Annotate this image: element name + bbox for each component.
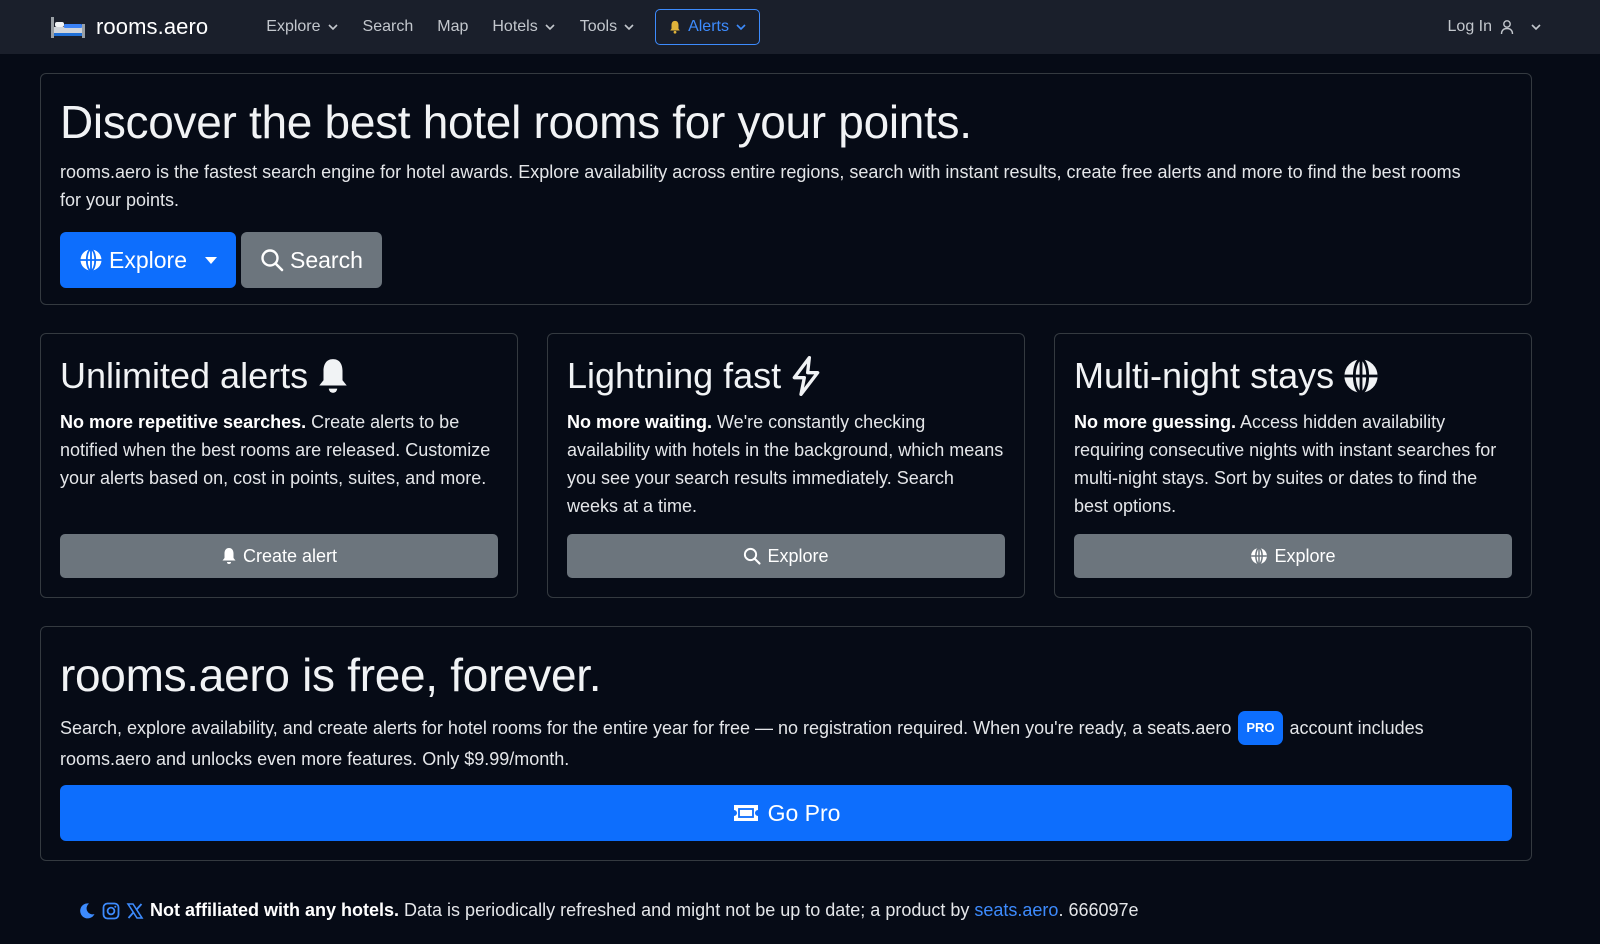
nav-explore[interactable]: Explore	[254, 9, 350, 45]
nav-alerts-button[interactable]: Alerts	[655, 9, 760, 45]
go-pro-button[interactable]: Go Pro	[60, 785, 1512, 841]
hero-buttons: Explore Search	[60, 232, 1512, 288]
free-text-before: Search, explore availability, and create…	[60, 718, 1237, 738]
nav-hotels-label: Hotels	[492, 18, 538, 35]
feature-card-multinight: Multi-night stays No more guessing. Acce…	[1054, 333, 1532, 598]
create-alert-button[interactable]: Create alert	[60, 534, 498, 578]
x-twitter-icon[interactable]	[126, 902, 144, 920]
feature-lead: No more guessing.	[1074, 412, 1237, 432]
login-menu[interactable]: Log In	[1448, 0, 1542, 54]
hero-title: Discover the best hotel rooms for your p…	[60, 96, 972, 148]
lightning-icon	[792, 356, 820, 396]
caret-down-icon	[204, 256, 217, 264]
chevron-down-icon	[327, 24, 338, 31]
globe-icon	[1251, 547, 1268, 565]
login-label: Log In	[1447, 18, 1492, 35]
feature-title-text: Unlimited alerts	[60, 355, 309, 396]
bell-icon	[319, 359, 347, 393]
chevron-down-icon	[624, 24, 634, 31]
search-button[interactable]: Search	[240, 232, 382, 288]
explore-dropdown-button[interactable]: Explore	[60, 232, 236, 288]
nav-tools-label: Tools	[579, 18, 618, 35]
explore-label: Explore	[1274, 545, 1336, 566]
feature-card-fast: Lightning fast No more waiting. We're co…	[547, 333, 1025, 598]
footer-version: . 666097e	[1058, 900, 1139, 920]
search-icon	[744, 547, 762, 565]
brand[interactable]: rooms.aero	[50, 14, 208, 40]
feature-title: Unlimited alerts	[60, 354, 498, 398]
footer: Not affiliated with any hotels. Data is …	[40, 900, 1532, 921]
chevron-down-icon	[736, 24, 746, 31]
main-container: Discover the best hotel rooms for your p…	[40, 73, 1532, 921]
instagram-icon[interactable]	[102, 902, 120, 920]
free-text: Search, explore availability, and create…	[60, 711, 1512, 773]
pro-badge: PRO	[1238, 711, 1283, 745]
user-icon	[1500, 20, 1514, 35]
feature-card-alerts: Unlimited alerts No more repetitive sear…	[40, 333, 518, 598]
feature-title: Lightning fast	[567, 354, 1005, 398]
nav-hotels[interactable]: Hotels	[480, 9, 567, 45]
footer-bold: Not affiliated with any hotels.	[150, 900, 400, 920]
chevron-down-icon	[545, 24, 555, 31]
globe-icon	[1344, 357, 1378, 395]
moon-icon[interactable]	[78, 902, 96, 920]
footer-body: Data is periodically refreshed and might…	[399, 900, 975, 920]
feature-title-text: Multi-night stays	[1074, 355, 1335, 396]
feature-lead: No more repetitive searches.	[60, 412, 307, 432]
nav-explore-label: Explore	[266, 18, 321, 35]
bed-icon	[51, 17, 85, 38]
nav-map-label: Map	[437, 18, 469, 35]
feature-title-text: Lightning fast	[567, 355, 782, 396]
seats-aero-link[interactable]: seats.aero	[974, 900, 1058, 920]
nav-tools[interactable]: Tools	[568, 9, 647, 45]
feature-title: Multi-night stays	[1074, 354, 1512, 398]
hero-description: rooms.aero is the fastest search engine …	[60, 162, 1461, 210]
brand-name: rooms.aero	[96, 14, 209, 39]
nav-search-label: Search	[362, 18, 414, 35]
hero-card: Discover the best hotel rooms for your p…	[40, 73, 1532, 305]
nav-search[interactable]: Search	[351, 9, 426, 45]
search-icon	[261, 249, 284, 272]
feature-text: No more waiting. We're constantly checki…	[567, 408, 1005, 520]
explore-label: Explore	[767, 545, 829, 566]
explore-button-multinight[interactable]: Explore	[1074, 534, 1512, 578]
ticket-icon	[733, 805, 758, 821]
bell-icon	[670, 20, 680, 34]
explore-button-label: Explore	[109, 246, 187, 273]
globe-icon	[80, 248, 102, 272]
explore-button-fast[interactable]: Explore	[567, 534, 1005, 578]
create-alert-label: Create alert	[242, 545, 338, 566]
bell-icon	[222, 548, 236, 564]
chevron-down-icon	[1531, 24, 1541, 31]
search-button-label: Search	[289, 246, 363, 273]
navbar: rooms.aero Explore Search Map Hotels Too…	[0, 0, 1600, 54]
free-title: rooms.aero is free, forever.	[60, 649, 602, 701]
feature-text: No more guessing. Access hidden availabi…	[1074, 408, 1512, 520]
feature-text: No more repetitive searches. Create aler…	[60, 408, 498, 492]
nav-items: Explore Search Map Hotels Tools Alerts	[254, 9, 760, 45]
go-pro-label: Go Pro	[767, 799, 841, 826]
nav-map[interactable]: Map	[425, 9, 480, 45]
feature-lead: No more waiting.	[567, 412, 713, 432]
nav-alerts-label: Alerts	[688, 18, 729, 35]
footer-text: Not affiliated with any hotels. Data is …	[150, 900, 1139, 921]
free-card: rooms.aero is free, forever. Search, exp…	[40, 626, 1532, 861]
features-row: Unlimited alerts No more repetitive sear…	[40, 333, 1532, 598]
